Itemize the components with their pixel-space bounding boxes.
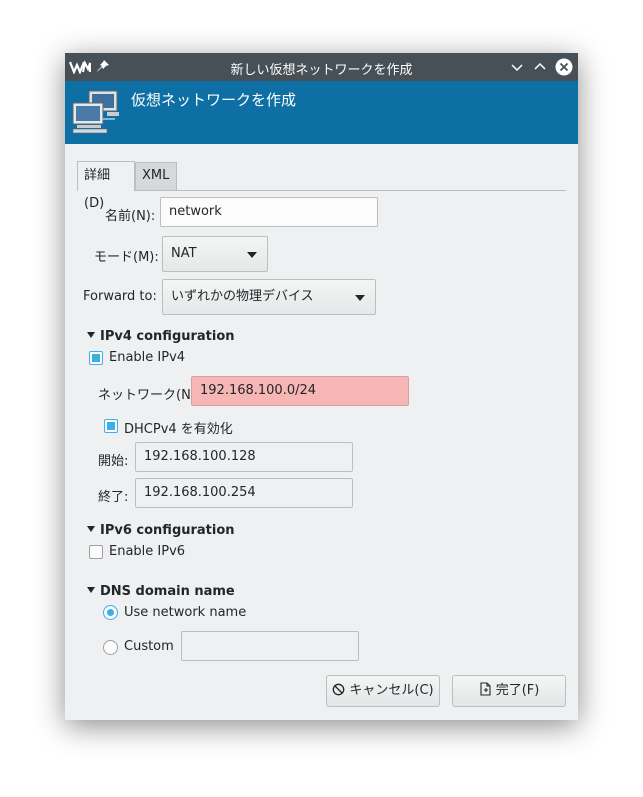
custom-domain-field[interactable] <box>181 631 359 661</box>
use-network-name-radio[interactable] <box>103 605 118 620</box>
enable-ipv4-checkbox[interactable] <box>89 351 103 365</box>
cancel-button[interactable]: キャンセル(C) <box>326 675 440 707</box>
dhcpv4-checkbox[interactable] <box>104 419 118 433</box>
create-network-dialog: 新しい仮想ネットワークを作成 仮想ネットワークを作成 詳細(D) XML 名前(… <box>65 53 578 720</box>
ipv6-section-header[interactable]: IPv6 configuration <box>87 523 235 538</box>
finish-button-label: 完了(F) <box>495 683 540 698</box>
tab-xml[interactable]: XML <box>135 162 177 190</box>
dhcp-start-field[interactable]: 192.168.100.128 <box>135 442 353 472</box>
forward-value: いずれかの物理デバイス <box>171 289 314 304</box>
expand-triangle-icon <box>87 332 95 338</box>
ipv4-network-label: ネットワーク(N): <box>98 388 201 403</box>
cancel-button-label: キャンセル(C) <box>349 683 434 698</box>
close-icon[interactable] <box>555 58 573 76</box>
cancel-icon <box>333 683 345 696</box>
dialog-header: 仮想ネットワークを作成 <box>65 81 578 144</box>
mode-combobox[interactable]: NAT <box>162 236 268 272</box>
ipv4-network-field[interactable]: 192.168.100.0/24 <box>191 376 409 406</box>
network-icon <box>72 90 119 134</box>
enable-ipv6-label[interactable]: Enable IPv6 <box>109 544 185 559</box>
titlebar: 新しい仮想ネットワークを作成 <box>65 53 578 81</box>
ipv4-section-header[interactable]: IPv4 configuration <box>87 329 235 344</box>
dhcp-start-label: 開始: <box>98 454 129 469</box>
name-field[interactable]: network <box>160 197 378 227</box>
dhcpv4-label[interactable]: DHCPv4 を有効化 <box>124 418 233 437</box>
tab-details[interactable]: 詳細(D) <box>77 161 135 211</box>
ipv4-section-title: IPv4 configuration <box>100 329 235 344</box>
custom-domain-radio[interactable] <box>103 640 118 655</box>
name-label: 名前(N): <box>105 209 156 224</box>
header-title: 仮想ネットワークを作成 <box>131 91 297 109</box>
ipv6-section-title: IPv6 configuration <box>100 523 235 538</box>
enable-ipv6-checkbox[interactable] <box>89 545 103 559</box>
tab-bar: 詳細(D) XML <box>77 161 566 211</box>
expand-triangle-icon <box>87 587 95 593</box>
window-title: 新しい仮想ネットワークを作成 <box>230 63 413 78</box>
dns-section-title: DNS domain name <box>100 584 235 599</box>
finish-icon <box>480 682 491 696</box>
mode-value: NAT <box>171 246 197 261</box>
dhcp-end-field[interactable]: 192.168.100.254 <box>135 478 353 508</box>
finish-button[interactable]: 完了(F) <box>452 675 566 707</box>
dropdown-arrow-icon <box>355 295 365 301</box>
dropdown-arrow-icon <box>247 252 257 258</box>
chevron-down-icon[interactable] <box>508 58 526 76</box>
enable-ipv4-label[interactable]: Enable IPv4 <box>109 350 185 365</box>
custom-domain-label[interactable]: Custom <box>124 639 174 654</box>
forward-label: Forward to: <box>83 289 157 304</box>
expand-triangle-icon <box>87 526 95 532</box>
dhcp-end-label: 終了: <box>98 490 129 505</box>
dns-section-header[interactable]: DNS domain name <box>87 584 235 599</box>
mode-label: モード(M): <box>94 250 159 265</box>
use-network-name-label[interactable]: Use network name <box>124 605 246 620</box>
forward-combobox[interactable]: いずれかの物理デバイス <box>162 279 376 315</box>
chevron-up-icon[interactable] <box>531 58 549 76</box>
